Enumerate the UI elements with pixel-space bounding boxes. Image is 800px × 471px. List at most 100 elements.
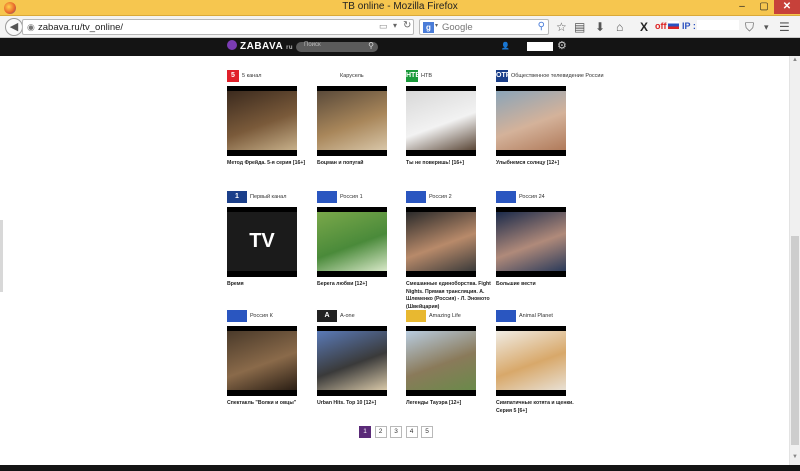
thumbnail-image[interactable] xyxy=(227,91,297,150)
pocket-dropdown-icon[interactable]: ▾ xyxy=(764,19,769,35)
site-search-placeholder[interactable]: Поиск xyxy=(304,42,321,48)
history-dropdown-icon[interactable]: ▾ xyxy=(393,21,397,30)
channel-card[interactable]: Россия К Спектакль "Волки и овцы" xyxy=(227,307,297,425)
sidebar-handle[interactable] xyxy=(0,220,3,292)
channel-logo-icon[interactable]: 5 xyxy=(227,69,239,82)
channel-name[interactable]: Россия К xyxy=(250,313,273,319)
channel-header[interactable]: Россия К xyxy=(227,307,273,322)
page-button[interactable]: 2 xyxy=(374,426,387,438)
program-title[interactable]: Urban Hits. Top 10 [12+] xyxy=(317,400,409,408)
program-title[interactable]: Легенды Тауэра [12+] xyxy=(406,400,498,408)
url-text[interactable]: zabava.ru/tv_online/ xyxy=(38,22,123,33)
program-title[interactable]: Время xyxy=(227,281,319,289)
close-button[interactable]: ✕ xyxy=(774,0,800,14)
page-button[interactable]: 5 xyxy=(421,426,433,438)
program-title[interactable]: Спектакль "Волки и овцы" xyxy=(227,400,319,408)
channel-card[interactable]: НТВНТВ Ты не поверишь! [16+] xyxy=(406,67,476,185)
minimize-button[interactable]: – xyxy=(733,0,751,14)
channel-logo-icon[interactable] xyxy=(496,190,516,203)
star-icon[interactable]: ☆ xyxy=(556,19,567,35)
program-thumbnail[interactable] xyxy=(317,326,387,396)
channel-logo-icon[interactable] xyxy=(406,190,426,203)
channel-name[interactable]: Общественное телевидение России xyxy=(511,73,604,79)
program-thumbnail[interactable] xyxy=(496,86,566,156)
channel-header[interactable]: ОТРОбщественное телевидение России xyxy=(496,67,604,82)
channel-card[interactable]: Amazing Life Легенды Тауэра [12+] xyxy=(406,307,476,425)
channel-header[interactable]: 1 Первый канал xyxy=(227,188,286,203)
channel-name[interactable]: Карусель xyxy=(340,73,364,79)
channel-name[interactable]: Первый канал xyxy=(250,194,286,200)
channel-name[interactable]: Animal Planet xyxy=(519,313,553,319)
channel-logo-icon[interactable] xyxy=(406,309,426,322)
program-title[interactable]: Берега любви [12+] xyxy=(317,281,409,289)
program-thumbnail[interactable] xyxy=(227,86,297,156)
x-extension-icon[interactable]: X xyxy=(640,19,648,35)
channel-card[interactable]: 55 канал Метод Фрейда. 5-я серия [16+] xyxy=(227,67,305,185)
scroll-down-icon[interactable]: ▼ xyxy=(792,454,798,460)
home-icon[interactable]: ⌂ xyxy=(616,19,623,35)
channel-logo-icon[interactable]: ОТР xyxy=(496,69,510,82)
page-button[interactable]: 3 xyxy=(390,426,402,438)
address-bar[interactable]: ◉ zabava.ru/tv_online/ ▭ ▾ ↻ xyxy=(22,19,414,35)
username-box[interactable] xyxy=(527,42,553,51)
thumbnail-image[interactable] xyxy=(496,331,566,390)
channel-name[interactable]: Россия 24 xyxy=(519,194,545,200)
thumbnail-image[interactable]: TV xyxy=(227,212,297,271)
thumbnail-image[interactable] xyxy=(406,331,476,390)
channel-logo-icon[interactable] xyxy=(496,309,516,322)
thumbnail-image[interactable] xyxy=(406,91,476,150)
channel-card[interactable]: ОТРОбщественное телевидение России Улыбне… xyxy=(496,67,604,185)
page-button[interactable]: 1 xyxy=(359,426,371,438)
reader-icon[interactable]: ▭ xyxy=(379,21,388,32)
channel-name[interactable]: 5 канал xyxy=(242,73,261,79)
channel-name[interactable]: Amazing Life xyxy=(429,313,461,319)
channel-card[interactable]: Россия 2 Смешанные единоборства. Fight Ni… xyxy=(406,188,491,310)
channel-card[interactable]: Карусель Боцман и попугай xyxy=(317,67,387,185)
clipboard-icon[interactable]: ▤ xyxy=(574,19,585,35)
channel-header[interactable]: Карусель xyxy=(317,67,364,82)
channel-logo-icon[interactable]: 1 xyxy=(227,190,247,203)
program-thumbnail[interactable] xyxy=(406,207,476,277)
program-title[interactable]: Большие вести xyxy=(496,281,588,289)
channel-header[interactable]: 55 канал xyxy=(227,67,261,82)
thumbnail-image[interactable] xyxy=(317,212,387,271)
gear-icon[interactable]: ⚙ xyxy=(557,39,567,52)
channel-card[interactable]: Россия 1 Берега любви [12+] xyxy=(317,188,387,306)
channel-header[interactable]: Россия 1 xyxy=(317,188,363,203)
thumbnail-image[interactable] xyxy=(317,91,387,150)
scrollbar-thumb[interactable] xyxy=(791,236,799,445)
program-thumbnail[interactable] xyxy=(317,86,387,156)
download-icon[interactable]: ⬇ xyxy=(595,19,605,35)
program-title[interactable]: Ты не поверишь! [16+] xyxy=(406,160,498,168)
program-thumbnail[interactable] xyxy=(227,326,297,396)
channel-card[interactable]: A A-one Urban Hits. Top 10 [12+] xyxy=(317,307,387,425)
channel-logo-icon[interactable]: НТВ xyxy=(406,69,420,82)
thumbnail-image[interactable] xyxy=(496,91,566,150)
program-thumbnail[interactable]: TV xyxy=(227,207,297,277)
site-search-input[interactable]: Поиск ⚲ xyxy=(296,41,378,52)
scrollbar[interactable]: ▲ ▼ xyxy=(789,56,800,465)
back-button[interactable]: ◀ xyxy=(5,18,23,36)
channel-header[interactable]: НТВНТВ xyxy=(406,67,432,82)
site-identity-icon[interactable]: ◉ xyxy=(27,22,35,33)
web-search-box[interactable]: g ▾ Google ⚲ xyxy=(419,19,549,35)
google-engine-icon[interactable]: g xyxy=(423,22,434,33)
channel-logo-icon[interactable]: A xyxy=(317,309,337,322)
channel-name[interactable]: A-one xyxy=(340,313,355,319)
channel-header[interactable]: Amazing Life xyxy=(406,307,461,322)
program-thumbnail[interactable] xyxy=(496,207,566,277)
channel-header[interactable]: A A-one xyxy=(317,307,355,322)
channel-header[interactable]: Россия 2 xyxy=(406,188,452,203)
channel-logo-icon[interactable] xyxy=(317,69,337,82)
user-icon[interactable]: 👤 xyxy=(501,42,510,50)
site-logo[interactable]: ZABAVA ru xyxy=(227,40,293,52)
pocket-icon[interactable]: ⛉ xyxy=(745,19,754,35)
channel-header[interactable]: Animal Planet xyxy=(496,307,553,322)
channel-card[interactable]: 1 Первый канал TV Время xyxy=(227,188,297,306)
program-title[interactable]: Симпатичные котята и щенки. Серия 5 [6+] xyxy=(496,400,588,415)
thumbnail-image[interactable] xyxy=(227,331,297,390)
program-title[interactable]: Улыбнемся солнцу [12+] xyxy=(496,160,588,168)
search-placeholder[interactable]: Google xyxy=(442,22,473,33)
menu-icon[interactable]: ☰ xyxy=(779,19,790,35)
program-title[interactable]: Метод Фрейда. 5-я серия [16+] xyxy=(227,160,319,168)
